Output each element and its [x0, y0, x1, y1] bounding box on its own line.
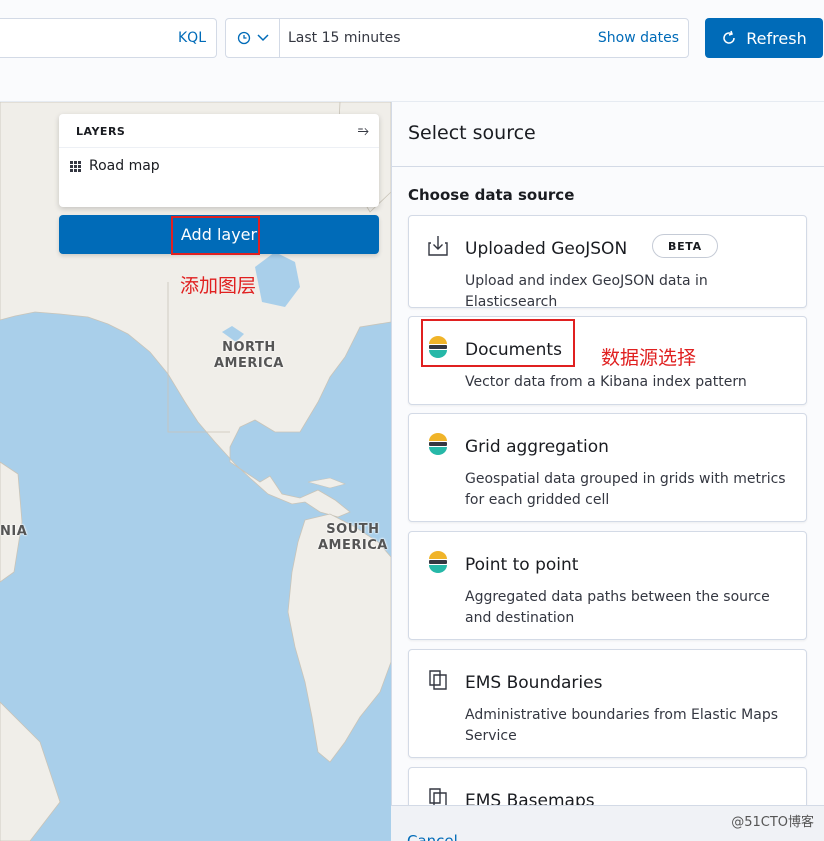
map-canvas[interactable]: NORTH AMERICA SOUTH AMERICA NIA — [0, 102, 391, 841]
query-language-toggle[interactable]: KQL — [178, 30, 206, 46]
collapse-panel-icon[interactable]: ⥱ — [358, 123, 369, 139]
divider — [392, 166, 824, 167]
ems-icon — [429, 670, 447, 690]
date-picker[interactable]: Last 15 minutes Show dates — [225, 18, 689, 58]
divider — [59, 147, 379, 148]
world-map — [0, 102, 391, 841]
source-card-ems-boundaries[interactable]: EMS Boundaries Administrative boundaries… — [408, 649, 807, 758]
source-description: Vector data from a Kibana index pattern — [465, 374, 747, 390]
select-source-flyout: Select source Choose data source Uploade… — [391, 102, 824, 841]
refresh-icon — [723, 30, 736, 44]
layers-title: LAYERS — [76, 125, 126, 138]
annotation-box-add-layer — [171, 216, 260, 255]
upload-icon — [428, 236, 448, 256]
source-title: Uploaded GeoJSON — [465, 239, 628, 259]
annotation-note-source: 数据源选择 — [601, 347, 697, 369]
query-bar: KQL Last 15 minutes Show dates Refresh — [0, 0, 824, 102]
watermark: @51CTO博客 — [731, 815, 814, 830]
source-title: EMS Boundaries — [465, 673, 603, 693]
source-description: Aggregated data paths between the source… — [465, 589, 770, 626]
source-title: Grid aggregation — [465, 437, 609, 457]
elastic-logo-icon — [429, 433, 447, 455]
annotation-box-documents — [421, 319, 575, 367]
source-description: Administrative boundaries from Elastic M… — [465, 707, 779, 744]
source-card-uploaded-geojson[interactable]: Uploaded GeoJSON BETA Upload and index G… — [408, 215, 807, 310]
map-label-south-america: SOUTH AMERICA — [318, 522, 388, 553]
show-dates-link[interactable]: Show dates — [598, 30, 679, 46]
cancel-button[interactable]: Cancel — [407, 832, 458, 841]
source-description: Geospatial data grouped in grids with me… — [465, 471, 786, 508]
clock-icon — [237, 31, 250, 45]
source-card-grid-aggregation[interactable]: Grid aggregation Geospatial data grouped… — [408, 413, 807, 522]
grid-icon — [70, 160, 81, 172]
layer-item-road-map[interactable]: Road map — [70, 158, 160, 174]
quick-select-button[interactable] — [226, 19, 280, 57]
section-title: Choose data source — [408, 186, 575, 204]
chevron-down-icon — [256, 34, 269, 42]
map-label-north-america: NORTH AMERICA — [214, 340, 284, 371]
refresh-button[interactable]: Refresh — [705, 18, 823, 58]
layers-panel: LAYERS ⥱ Road map — [59, 114, 379, 207]
layer-label: Road map — [89, 158, 160, 174]
beta-badge: BETA — [652, 234, 718, 258]
source-description: Upload and index GeoJSON data in Elastic… — [465, 273, 708, 310]
search-input[interactable]: KQL — [0, 18, 217, 58]
map-label-partial: NIA — [0, 524, 28, 539]
annotation-note-add-layer: 添加图层 — [180, 275, 257, 297]
time-range-label[interactable]: Last 15 minutes — [288, 30, 401, 46]
elastic-logo-icon — [429, 551, 447, 573]
source-title: Point to point — [465, 555, 579, 575]
refresh-label: Refresh — [746, 28, 807, 48]
flyout-title: Select source — [408, 122, 536, 144]
source-card-point-to-point[interactable]: Point to point Aggregated data paths bet… — [408, 531, 807, 640]
